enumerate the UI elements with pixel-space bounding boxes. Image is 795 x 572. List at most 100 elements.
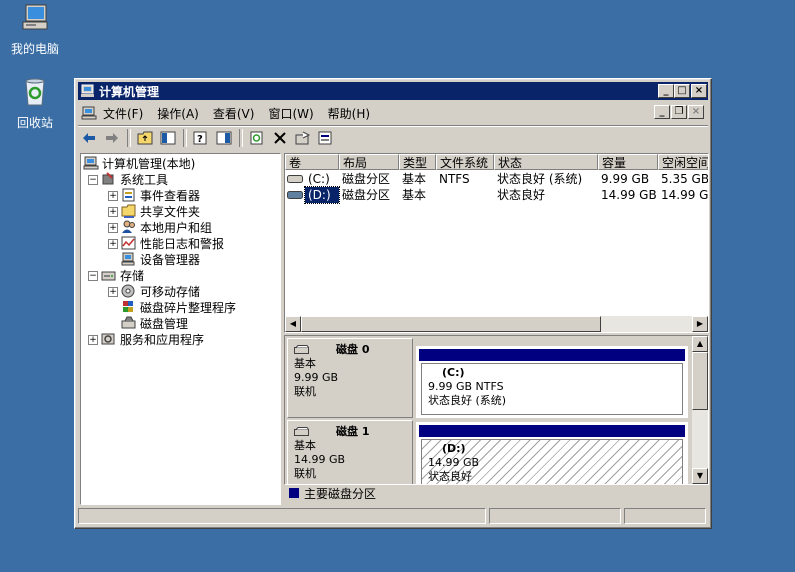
svg-text:?: ?	[197, 134, 203, 145]
title-bar[interactable]: 计算机管理 _ □ ×	[78, 82, 708, 100]
system-tools-icon	[102, 172, 114, 185]
console-tree: 计算机管理(本地) − 系统工具 + 事件查看器 + 共享文件夹 + 本地用户和…	[80, 153, 281, 505]
mdi-minimize-button[interactable]: _	[654, 105, 670, 119]
expand-toggle[interactable]: +	[108, 223, 118, 233]
menu-help[interactable]: 帮助(H)	[328, 105, 370, 122]
expand-toggle[interactable]: +	[108, 239, 118, 249]
desktop-icon-recycle-bin[interactable]: 回收站	[0, 76, 70, 131]
cell-layout: 磁盘分区	[342, 188, 391, 202]
back-button[interactable]	[78, 128, 100, 148]
close-button[interactable]: ×	[691, 84, 707, 98]
show-hide-tree-button[interactable]	[157, 128, 179, 148]
scroll-down-button[interactable]: ▼	[692, 468, 708, 484]
column-header-free-space[interactable]: 空闲空间	[658, 154, 708, 170]
partition-d[interactable]: (D:) 14.99 GB 状态良好	[416, 422, 688, 484]
tree-node-event-viewer[interactable]: 事件查看器	[121, 187, 200, 203]
column-header-filesystem[interactable]: 文件系统	[436, 154, 494, 170]
services-icon	[101, 333, 115, 345]
shared-folder-icon	[121, 204, 136, 218]
drive-icon	[287, 175, 303, 183]
toolbar-separator	[239, 129, 243, 147]
menu-file[interactable]: 文件(F)	[103, 105, 143, 122]
action-pane-button[interactable]	[213, 128, 235, 148]
expand-toggle[interactable]: +	[108, 191, 118, 201]
refresh-button[interactable]	[246, 128, 268, 148]
tree-node-removable-storage[interactable]: 可移动存储	[121, 283, 200, 299]
maximize-button[interactable]: □	[674, 84, 690, 98]
legend-label: 主要磁盘分区	[304, 486, 377, 501]
tree-node-device-manager[interactable]: 设备管理器	[121, 251, 200, 267]
device-manager-icon	[121, 252, 135, 266]
disk-management-icon	[121, 316, 136, 329]
desktop-icon-label: 回收站	[16, 116, 53, 130]
mdi-close-button[interactable]: ×	[688, 105, 704, 119]
scroll-up-button[interactable]: ▲	[692, 336, 708, 352]
tree-label: 本地用户和组	[140, 220, 213, 235]
expand-toggle[interactable]: +	[108, 207, 118, 217]
desktop-icon-my-computer[interactable]: 我的电脑	[0, 2, 70, 57]
tree-node-storage[interactable]: 存储	[101, 267, 144, 283]
tree-label: 服务和应用程序	[120, 332, 205, 347]
scroll-thumb[interactable]	[692, 352, 708, 410]
column-header-layout[interactable]: 布局	[339, 154, 399, 170]
tree-node-root[interactable]: 计算机管理(本地)	[83, 155, 195, 171]
column-header-status[interactable]: 状态	[494, 154, 598, 170]
minimize-button[interactable]: _	[658, 84, 674, 98]
column-header-type[interactable]: 类型	[399, 154, 436, 170]
toolbar-separator	[127, 129, 131, 147]
partition-legend: 主要磁盘分区	[284, 484, 707, 502]
cell-filesystem	[436, 187, 494, 203]
menu-action[interactable]: 操作(A)	[157, 105, 199, 122]
disk-0-label[interactable]: 磁盘 0 基本 9.99 GB 联机	[287, 338, 413, 418]
back-arrow-icon	[83, 133, 95, 143]
horizontal-scrollbar[interactable]: ◀ ▶	[285, 316, 708, 332]
status-panel-3	[624, 508, 706, 524]
tree-node-disk-management[interactable]: 磁盘管理	[121, 315, 188, 331]
scroll-left-button[interactable]: ◀	[285, 316, 301, 332]
cell-layout: 磁盘分区	[342, 172, 391, 186]
tree-label: 磁盘碎片整理程序	[140, 300, 237, 315]
menu-window[interactable]: 窗口(W)	[268, 105, 313, 122]
expand-toggle[interactable]: +	[88, 335, 98, 345]
volume-list: 卷 布局 类型 文件系统 状态 容量 空闲空间 (C:) 磁盘分区 基本 NTF…	[284, 153, 709, 333]
tree-node-local-users[interactable]: 本地用户和组	[121, 219, 212, 235]
partition-c[interactable]: (C:) 9.99 GB NTFS 状态良好 (系统)	[416, 346, 688, 418]
status-bar	[78, 507, 708, 525]
cell-capacity: 14.99 GB	[601, 188, 657, 202]
collapse-toggle[interactable]: −	[88, 271, 98, 281]
cell-type: 基本	[402, 172, 427, 186]
console-tree-icon	[160, 131, 176, 145]
vertical-scrollbar[interactable]: ▲ ▼	[692, 336, 708, 484]
tree-node-perf-logs[interactable]: 性能日志和警报	[121, 235, 224, 251]
partition-name: (C:)	[442, 366, 465, 379]
tree-node-services-apps[interactable]: 服务和应用程序	[101, 331, 204, 347]
delete-button[interactable]	[269, 128, 291, 148]
scroll-right-button[interactable]: ▶	[692, 316, 708, 332]
partition-name: (D:)	[442, 442, 466, 455]
scroll-thumb[interactable]	[301, 316, 601, 332]
disk-list-icon	[318, 131, 332, 145]
delete-x-icon	[274, 132, 286, 144]
forward-button[interactable]	[101, 128, 123, 148]
up-one-level-button[interactable]	[134, 128, 156, 148]
disk-1-label[interactable]: 磁盘 1 基本 14.99 GB 联机	[287, 420, 413, 484]
disk-settings-button[interactable]	[315, 128, 337, 148]
tree-node-defrag[interactable]: 磁盘碎片整理程序	[121, 299, 236, 315]
my-computer-icon	[22, 4, 48, 30]
tree-node-system-tools[interactable]: 系统工具	[101, 171, 168, 187]
properties-button[interactable]	[292, 128, 314, 148]
column-header-capacity[interactable]: 容量	[598, 154, 658, 170]
expand-toggle[interactable]: +	[108, 287, 118, 297]
tree-label: 性能日志和警报	[140, 236, 225, 251]
computer-management-window: 计算机管理 _ □ × 文件(F) 操作(A) 查看(V) 窗口(W) 帮助(H…	[74, 78, 712, 529]
toolbar: ?	[78, 125, 708, 150]
help-button[interactable]: ?	[190, 128, 212, 148]
properties-icon	[295, 131, 311, 145]
tree-label: 事件查看器	[140, 188, 201, 203]
tree-node-shared-folders[interactable]: 共享文件夹	[121, 203, 200, 219]
mdi-restore-button[interactable]: ❐	[671, 105, 687, 119]
menu-view[interactable]: 查看(V)	[213, 105, 255, 122]
toolbar-separator	[183, 129, 187, 147]
collapse-toggle[interactable]: −	[88, 175, 98, 185]
column-header-volume[interactable]: 卷	[285, 154, 339, 170]
